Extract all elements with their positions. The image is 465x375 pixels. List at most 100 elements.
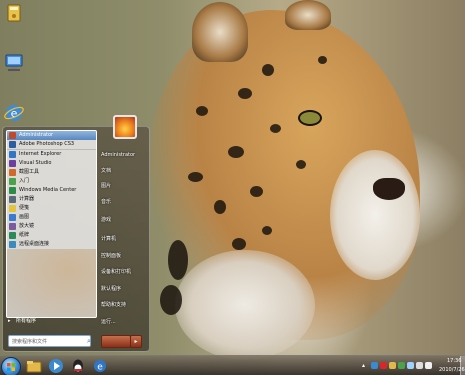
- start-menu-program-item[interactable]: Visual Studio: [7, 159, 96, 168]
- shutdown-options-button[interactable]: ▸: [130, 335, 142, 348]
- start-link-games[interactable]: 游戏: [101, 216, 111, 223]
- start-menu-program-item[interactable]: Windows Media Center: [7, 186, 96, 195]
- explorer-icon: [26, 361, 42, 373]
- start-link-devices-printers[interactable]: 设备和打印机: [101, 268, 131, 275]
- show-desktop-button[interactable]: [460, 356, 465, 375]
- start-button[interactable]: [1, 357, 21, 375]
- taskbar-app-media-player[interactable]: [48, 358, 64, 374]
- tray-app-icon[interactable]: [389, 362, 396, 369]
- qq-icon: [73, 359, 83, 373]
- media-player-icon: [49, 359, 63, 373]
- network-icon: [5, 54, 23, 71]
- tray-app-icon[interactable]: [371, 362, 378, 369]
- volume-icon[interactable]: [416, 362, 423, 369]
- snipping-tool-icon: [9, 169, 16, 176]
- taskbar-app-qq[interactable]: [70, 358, 86, 374]
- program-label: 画图: [19, 214, 30, 220]
- start-menu-program-item[interactable]: 便笺: [7, 204, 96, 213]
- solitaire-icon: [9, 232, 16, 239]
- sticky-notes-icon: [9, 205, 16, 212]
- start-link-music[interactable]: 音乐: [101, 198, 111, 205]
- start-menu-program-item[interactable]: 截图工具: [7, 168, 96, 177]
- program-label: 入门: [19, 178, 30, 184]
- program-label: Visual Studio: [19, 160, 52, 166]
- start-menu-program-item[interactable]: 放大镜: [7, 222, 96, 231]
- user-picture[interactable]: [113, 115, 137, 139]
- media-center-icon: [9, 187, 16, 194]
- internet-explorer-icon: e: [4, 105, 24, 121]
- internet-explorer-icon: e: [94, 360, 106, 373]
- tray-show-hidden-icon[interactable]: ▴: [362, 362, 369, 369]
- magnifier-icon: [9, 223, 16, 230]
- start-menu-panel-reflection: [7, 249, 96, 317]
- start-menu-program-item[interactable]: Adobe Photoshop CS3: [7, 140, 96, 149]
- program-icon: [9, 132, 16, 139]
- program-label: Adobe Photoshop CS3: [19, 141, 75, 147]
- computer-icon: [7, 4, 21, 22]
- start-menu-program-item[interactable]: 远程桌面连接: [7, 240, 96, 249]
- start-menu-program-item[interactable]: 入门: [7, 177, 96, 186]
- calculator-icon: [9, 196, 16, 203]
- start-link-documents[interactable]: 文档: [101, 167, 111, 174]
- start-link-control-panel[interactable]: 控制面板: [101, 252, 121, 259]
- windows-logo-icon: [7, 363, 15, 371]
- start-link-computer[interactable]: 计算机: [101, 235, 116, 242]
- wallpaper-spot: [250, 186, 263, 197]
- wallpaper-spot: [214, 200, 226, 214]
- start-link-pictures[interactable]: 图片: [101, 182, 111, 189]
- program-label: 便笺: [19, 205, 30, 211]
- taskbar-app-explorer[interactable]: [26, 358, 42, 374]
- start-menu-program-item[interactable]: Internet Explorer: [7, 149, 96, 159]
- program-label: 放大镜: [19, 223, 35, 229]
- arrow-right-icon: ▸: [8, 318, 11, 324]
- wallpaper-spot: [238, 88, 252, 99]
- start-link-default-programs[interactable]: 默认程序: [101, 285, 121, 292]
- notification-area: ▴: [362, 356, 442, 375]
- program-label: 纸牌: [19, 232, 30, 238]
- tray-app-icon[interactable]: [398, 362, 405, 369]
- start-menu-links-panel: Administrator 文档 图片 音乐 游戏 计算机 控制面板 设备和打印…: [97, 115, 149, 351]
- start-link-help-support[interactable]: 帮助和支持: [101, 301, 126, 308]
- wallpaper-leopard-eye: [298, 110, 322, 126]
- program-label: Windows Media Center: [19, 187, 77, 193]
- shutdown-button[interactable]: [101, 335, 131, 348]
- wallpaper-spot: [232, 238, 246, 250]
- network-status-icon[interactable]: [407, 362, 414, 369]
- wallpaper-leopard-muzzle: [330, 150, 420, 280]
- wallpaper-spot: [160, 285, 182, 315]
- desktop-icon-network[interactable]: [0, 52, 32, 86]
- wallpaper-spot: [262, 226, 272, 235]
- start-menu-program-item[interactable]: 纸牌: [7, 231, 96, 240]
- search-placeholder: 搜索程序和文件: [12, 339, 48, 345]
- start-link-run[interactable]: 运行...: [101, 318, 116, 325]
- svg-text:e: e: [97, 363, 103, 373]
- wallpaper-spot: [296, 160, 306, 169]
- wallpaper-spot: [318, 56, 327, 64]
- wallpaper-spot: [188, 172, 203, 182]
- photoshop-icon: [9, 141, 16, 148]
- action-center-icon[interactable]: [425, 362, 432, 369]
- wallpaper-spot: [196, 106, 208, 116]
- start-menu-search-input[interactable]: 搜索程序和文件 ⌕: [8, 335, 91, 347]
- desktop-icon-computer[interactable]: [0, 3, 32, 37]
- getting-started-icon: [9, 178, 16, 185]
- wallpaper-spot: [270, 124, 281, 133]
- start-menu: Administrator Adobe Photoshop CS3 Intern…: [2, 115, 150, 352]
- wallpaper-leopard-chest: [175, 250, 315, 360]
- start-menu-program-item[interactable]: Administrator: [7, 131, 96, 140]
- start-link-user[interactable]: Administrator: [101, 152, 135, 158]
- chevron-right-icon: ▸: [134, 338, 138, 345]
- wallpaper-leopard-ear-right: [285, 0, 331, 30]
- program-label: Internet Explorer: [19, 151, 62, 157]
- internet-explorer-icon: [9, 151, 16, 158]
- program-label: 截图工具: [19, 169, 40, 175]
- start-menu-program-item[interactable]: 计算器: [7, 195, 96, 204]
- program-label: 计算器: [19, 196, 35, 202]
- all-programs-button[interactable]: ▸ 所有程序: [6, 317, 95, 325]
- desktop-icon-internet-explorer[interactable]: e: [0, 100, 32, 126]
- taskbar-app-internet-explorer[interactable]: e: [92, 358, 108, 374]
- start-menu-program-item[interactable]: 画图: [7, 213, 96, 222]
- all-programs-label: 所有程序: [16, 318, 37, 324]
- program-label: Administrator: [19, 132, 54, 138]
- tray-app-icon[interactable]: [380, 362, 387, 369]
